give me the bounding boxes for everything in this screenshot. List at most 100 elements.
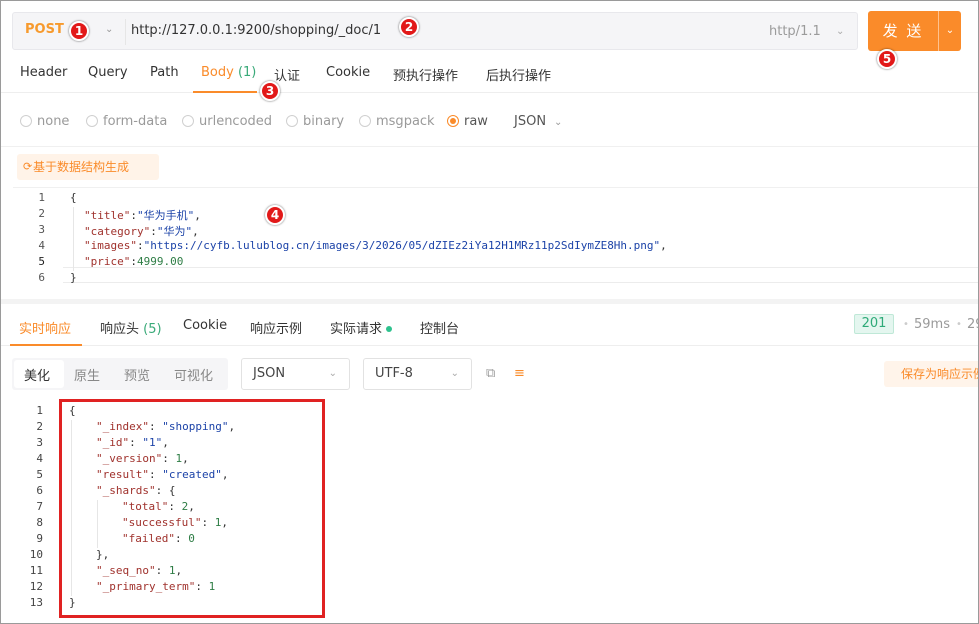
radio-urlencoded[interactable]: urlencoded [182, 114, 272, 129]
tab-body-count: (1) [237, 65, 257, 80]
send-options-button[interactable]: ⌄ [938, 11, 961, 51]
tab-response-examples[interactable]: 响应示例 [250, 318, 302, 337]
tab-query[interactable]: Query [88, 65, 128, 80]
tab-pre-script[interactable]: 预执行操作 [393, 65, 458, 84]
chevron-down-icon[interactable]: ⌄ [105, 24, 113, 35]
radio-raw[interactable]: raw [447, 114, 488, 129]
line-number: 5 [36, 468, 43, 481]
url-input[interactable]: http://127.0.0.1:9200/shopping/_doc/1 [131, 23, 381, 38]
active-tab-indicator [10, 344, 82, 346]
protocol-select[interactable]: http/1.1 [769, 24, 821, 39]
tab-response-cookie[interactable]: Cookie [183, 318, 227, 333]
line-number: 7 [36, 500, 43, 513]
code-line: "category":"华为", [84, 225, 199, 238]
body-format-label: JSON [514, 114, 547, 129]
chevron-down-icon: ⌄ [450, 368, 459, 379]
radio-label: raw [464, 114, 488, 129]
divider [125, 19, 126, 45]
radio-circle [86, 115, 98, 127]
chevron-down-icon: ⌄ [328, 368, 337, 379]
code-line: "price":4999.00 [84, 255, 184, 268]
status-dot-icon [386, 326, 393, 332]
line-number: 5 [38, 255, 45, 268]
line-number: 6 [38, 271, 45, 284]
send-button[interactable]: 发 送 [868, 11, 938, 51]
response-format-select[interactable]: JSON ⌄ [241, 358, 350, 390]
select-value: JSON [253, 366, 286, 381]
generate-from-schema-button[interactable]: ⟳ 基于数据结构生成 [17, 154, 159, 180]
code-line: } [70, 271, 77, 284]
chevron-down-icon: ⌄ [554, 117, 563, 128]
radio-binary[interactable]: binary [286, 114, 344, 129]
chevron-down-icon[interactable]: ⌄ [836, 26, 844, 37]
response-encoding-select[interactable]: UTF-8 ⌄ [363, 358, 472, 390]
annotation-badge-3: 3 [260, 81, 280, 101]
annotation-badge-1: 1 [69, 21, 89, 41]
tab-path[interactable]: Path [150, 65, 179, 80]
url-bar: POST ⌄ http://127.0.0.1:9200/shopping/_d… [12, 12, 858, 50]
tab-label: 实际请求 [330, 322, 383, 337]
radio-msgpack[interactable]: msgpack [359, 114, 435, 129]
line-number: 8 [36, 516, 43, 529]
radio-circle [20, 115, 32, 127]
status-badge: 201 [854, 314, 894, 334]
tab-count: (5) [143, 322, 162, 337]
tab-actual-request[interactable]: 实际请求 [330, 318, 393, 337]
annotation-badge-4: 4 [265, 205, 285, 225]
tab-label: 响应头 [100, 322, 140, 337]
line-number: 2 [36, 420, 43, 433]
radio-label: form-data [103, 114, 168, 129]
radio-label: urlencoded [199, 114, 273, 129]
view-preview[interactable]: 预览 [124, 365, 150, 384]
view-visualize[interactable]: 可视化 [174, 365, 213, 384]
save-as-example-button[interactable]: 保存为响应示例 [884, 361, 978, 387]
indent-guide [73, 207, 74, 271]
radio-circle [182, 115, 194, 127]
response-tabs: 实时响应 响应头 (5) Cookie 响应示例 实际请求 控制台 [1, 304, 978, 346]
code-line: { [70, 191, 77, 204]
line-number: 10 [29, 548, 43, 561]
active-tab-indicator [193, 91, 257, 93]
wrap-lines-icon[interactable]: ≡ [514, 366, 525, 381]
copy-icon[interactable]: ⧉ [486, 366, 495, 381]
request-body-editor[interactable]: 1 2 3 4 5 6 { "title":"华为手机", "category"… [13, 187, 978, 287]
view-raw[interactable]: 原生 [74, 365, 100, 384]
radio-none[interactable]: none [20, 114, 69, 129]
tab-header[interactable]: Header [20, 65, 67, 80]
tab-auth[interactable]: 认证 [274, 65, 300, 84]
tab-post-script[interactable]: 后执行操作 [486, 65, 551, 84]
tab-response-headers[interactable]: 响应头 (5) [100, 318, 162, 337]
tab-body[interactable]: Body (1) [201, 65, 256, 80]
request-tabs: Header Query Path Body (1) 认证 Cookie 预执行… [1, 53, 978, 93]
line-number: 3 [38, 223, 45, 236]
highlight-box [59, 399, 325, 618]
annotation-badge-5: 5 [877, 49, 897, 69]
tab-cookie[interactable]: Cookie [326, 65, 370, 80]
line-number: 1 [38, 191, 45, 204]
current-line-highlight [63, 267, 978, 283]
line-number: 4 [38, 239, 45, 252]
line-number: 13 [29, 596, 43, 609]
line-number: 4 [36, 452, 43, 465]
tab-console[interactable]: 控制台 [420, 318, 459, 337]
body-format-select[interactable]: JSON ⌄ [514, 114, 562, 129]
tab-body-label: Body [201, 65, 234, 80]
line-number: 1 [36, 404, 43, 417]
line-number: 2 [38, 207, 45, 220]
line-number: 12 [29, 580, 43, 593]
code-line: "title":"华为手机", [84, 209, 201, 222]
annotation-badge-2: 2 [399, 17, 419, 37]
radio-circle [286, 115, 298, 127]
api-client-window: POST ⌄ http://127.0.0.1:9200/shopping/_d… [0, 0, 979, 624]
tab-live-response[interactable]: 实时响应 [19, 318, 71, 337]
radio-circle [447, 115, 459, 127]
divider [1, 146, 978, 147]
view-pretty[interactable]: 美化 [24, 365, 50, 384]
separator-dot: • [956, 319, 962, 330]
method-select[interactable]: POST [25, 22, 64, 37]
radio-form-data[interactable]: form-data [86, 114, 167, 129]
response-time: 59ms [914, 317, 950, 332]
response-size: 29 [967, 317, 978, 332]
chevron-down-icon: ⌄ [945, 25, 955, 36]
code-line: "images":"https://cyfb.lulublog.cn/image… [84, 239, 667, 252]
